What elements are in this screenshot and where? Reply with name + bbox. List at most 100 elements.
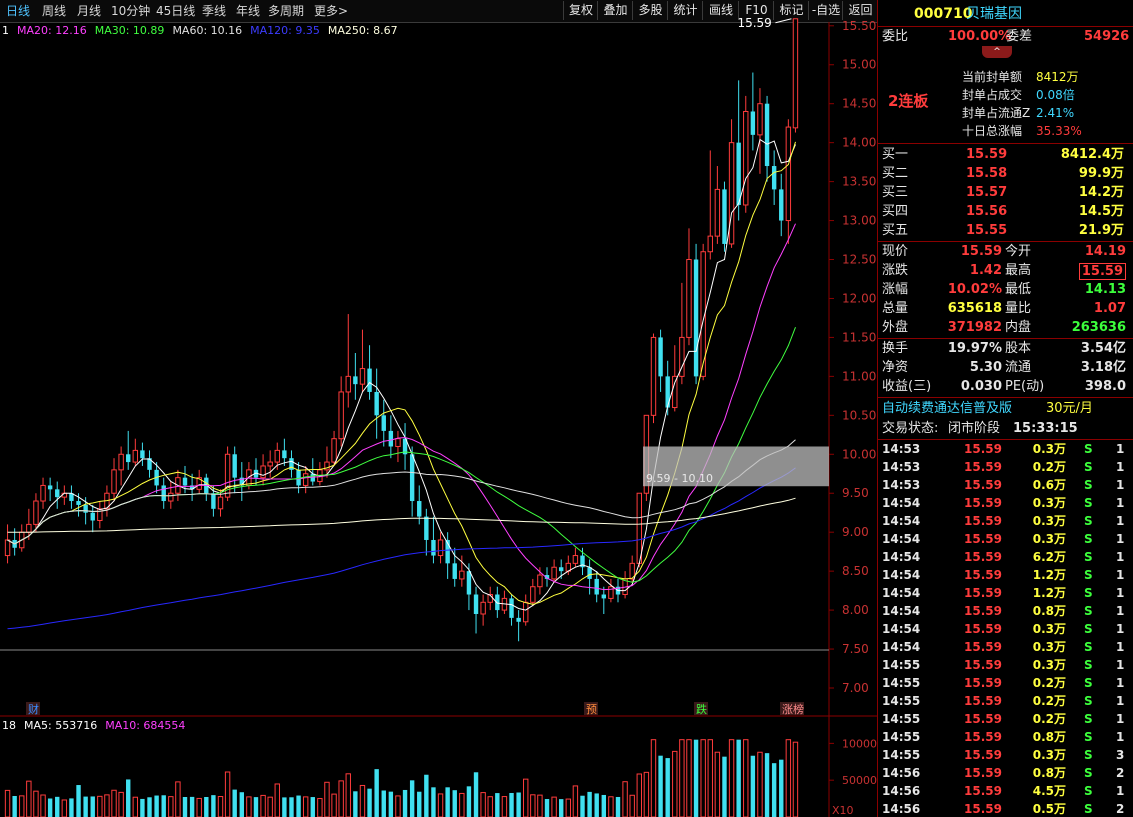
candle — [487, 586, 493, 611]
legend-ma30: MA30: 10.89 — [95, 24, 165, 37]
tick-side: S — [1084, 568, 1093, 582]
fund-value-2: 3.54亿 — [1080, 341, 1126, 356]
candle — [516, 610, 521, 642]
volume-bar — [736, 739, 741, 817]
candle — [282, 438, 287, 466]
volume-bar — [424, 774, 429, 817]
bid-row-2: 买二 15.58 99.9万 — [878, 165, 1133, 183]
kline-chart[interactable]: 15.50 15.00 14.50 14.00 13.50 13.00 12.50 12.00… — [0, 0, 877, 817]
stock-code: 000710 — [914, 6, 973, 22]
tick-row: 14:54 15.59 0.3万 S 1 — [878, 512, 1133, 530]
tick-time: 14:54 — [882, 640, 921, 654]
candle — [395, 430, 401, 463]
tick-time: 14:54 — [882, 532, 921, 546]
stat-label-2: 内盘 — [1005, 320, 1032, 335]
volume-bar — [147, 797, 152, 817]
volume-bar — [40, 794, 46, 817]
tick-time: 14:54 — [882, 568, 921, 582]
candle — [161, 477, 166, 509]
event-marker-event_die[interactable]: 跌 — [694, 702, 708, 716]
volume-bar — [331, 793, 337, 817]
fund-value-2: 398.0 — [1084, 379, 1126, 394]
candle — [495, 586, 500, 618]
volume-bar — [501, 796, 508, 817]
candle — [239, 462, 244, 502]
tick-price: 15.59 — [964, 694, 1002, 708]
tick-side: S — [1084, 586, 1093, 600]
tick-volume: 0.3万 — [1032, 658, 1066, 672]
candle — [338, 376, 344, 447]
volume-bar — [26, 780, 32, 817]
candles — [4, 18, 799, 642]
candle — [374, 368, 379, 439]
legend-ma60: MA60: 10.16 — [172, 24, 242, 37]
volume-bar — [530, 794, 536, 817]
tick-price: 15.59 — [964, 658, 1002, 672]
tick-price: 15.59 — [964, 550, 1002, 564]
event-marker-event_yu[interactable]: 预 — [584, 702, 598, 716]
volume-bar — [679, 739, 685, 817]
candle — [140, 442, 145, 466]
seal-row-3: 十日总涨幅 35.33% — [878, 122, 1133, 140]
stat-value: 10.02% — [947, 282, 1002, 297]
promo-row[interactable]: 自动续费通达信普及版 30元/月 — [878, 400, 1133, 418]
tick-row: 14:54 15.59 0.3万 S 1 — [878, 620, 1133, 638]
tick-volume: 0.3万 — [1032, 442, 1066, 456]
promo-price: 30元/月 — [1046, 401, 1093, 416]
volume-bar — [643, 771, 650, 817]
bid-label: 买二 — [882, 166, 909, 181]
candle — [601, 586, 606, 614]
tick-side: S — [1084, 442, 1093, 456]
volume-axis-label: 50000 — [842, 774, 877, 787]
weicha-label: 委差 — [1006, 29, 1033, 44]
bid-row-5: 买五 15.55 21.9万 — [878, 222, 1133, 240]
tick-side: S — [1084, 712, 1093, 726]
volume-bar — [636, 773, 642, 817]
candle — [622, 571, 628, 599]
tick-row: 14:55 15.59 0.3万 S 1 — [878, 656, 1133, 674]
tick-volume: 0.2万 — [1032, 460, 1066, 474]
candle — [722, 181, 727, 252]
price-axis-label: 14.50 — [842, 97, 876, 111]
collapse-arrow-icon[interactable]: ^ — [982, 46, 1012, 58]
candle — [743, 95, 749, 213]
event-marker-event_cai[interactable]: 财 — [26, 702, 40, 716]
candle — [26, 508, 32, 540]
volume-bar — [658, 755, 663, 817]
event-marker-event_zhangbang[interactable]: 涨榜 — [780, 702, 804, 716]
candle — [40, 477, 46, 509]
stat-value-2: 14.19 — [1084, 244, 1126, 259]
volume-bar — [47, 798, 53, 817]
volume-bar — [516, 792, 521, 817]
fund-label: 收益(三) — [882, 379, 932, 394]
fund-label-2: 股本 — [1005, 341, 1032, 356]
volume-bar — [750, 755, 756, 817]
volume-bar — [792, 741, 799, 817]
tick-volume: 0.3万 — [1032, 748, 1066, 762]
tick-volume: 6.2万 — [1032, 550, 1066, 564]
fund-label-2: PE(动) — [1005, 379, 1045, 394]
price-axis-label: 15.00 — [842, 58, 876, 72]
bid-volume: 8412.4万 — [1060, 147, 1124, 162]
bid-volume: 14.5万 — [1078, 204, 1124, 219]
tick-time: 14:55 — [882, 694, 921, 708]
tick-volume: 0.6万 — [1032, 478, 1066, 492]
candle — [90, 504, 95, 533]
volume-axis-label: 100000 — [842, 737, 877, 750]
volume-bar — [118, 791, 124, 817]
volume-bar — [601, 794, 606, 817]
tick-row: 14:53 15.59 0.6万 S 1 — [878, 476, 1133, 494]
volume-legend: 18 MA5: 553716 MA10: 684554 — [2, 719, 185, 732]
candle — [792, 18, 799, 133]
tick-count: 2 — [1116, 802, 1125, 816]
tick-price: 15.59 — [964, 730, 1002, 744]
volume-bar — [480, 792, 486, 817]
volume-bar — [672, 750, 678, 817]
tick-side: S — [1084, 766, 1093, 780]
tick-count: 1 — [1116, 730, 1125, 744]
volume-bar — [132, 796, 139, 817]
volume-bar — [565, 798, 572, 817]
tick-side: S — [1084, 658, 1093, 672]
svg-text:预: 预 — [586, 703, 597, 716]
tick-row: 14:53 15.59 0.2万 S 1 — [878, 458, 1133, 476]
